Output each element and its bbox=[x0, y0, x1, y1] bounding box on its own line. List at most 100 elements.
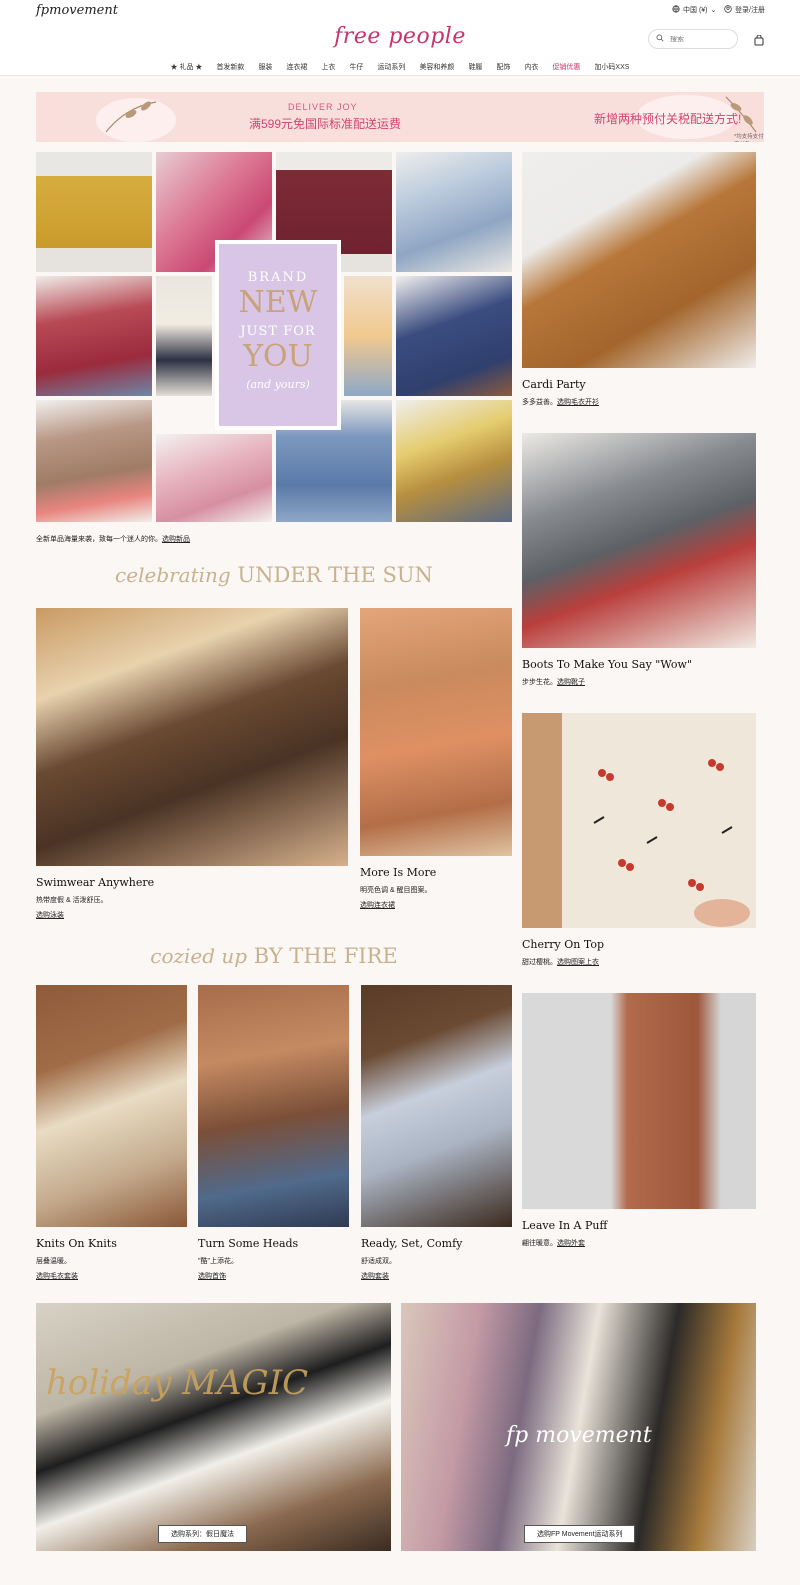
turn-heads-desc: "酷"上添花。 bbox=[198, 1258, 238, 1265]
knits-title[interactable]: Knits On Knits bbox=[36, 1237, 117, 1250]
puff-caption: 翩往暖意。选购外套 bbox=[522, 1238, 585, 1248]
collage-caption-text: 全新单品海量来袭，致每一个迷人的你。 bbox=[36, 536, 162, 543]
collage-caption: 全新单品海量来袭，致每一个迷人的你。选购新品 bbox=[36, 534, 190, 544]
brand-new-line4: YOU bbox=[243, 339, 313, 374]
collage-photo-8[interactable] bbox=[396, 276, 512, 396]
region-label: 中国 (¥) bbox=[683, 7, 708, 14]
collage-photo-9[interactable] bbox=[36, 400, 152, 522]
knits-image[interactable] bbox=[36, 985, 187, 1227]
login-link[interactable]: 登录/注册 bbox=[724, 5, 765, 15]
chevron-down-icon: ⌄ bbox=[710, 7, 717, 14]
promo-banner[interactable]: DELIVER JOY 满599元免国际标准配送运费 新增两种预付关税配送方式!… bbox=[36, 92, 764, 142]
cardi-party-title[interactable]: Cardi Party bbox=[522, 378, 586, 391]
more-is-more-image[interactable] bbox=[360, 608, 512, 856]
cherry-desc: 甜过樱桃。 bbox=[522, 959, 557, 966]
turn-heads-image[interactable] bbox=[198, 985, 349, 1227]
comfy-desc: 舒适成双。 bbox=[361, 1258, 396, 1265]
search-input[interactable] bbox=[670, 35, 730, 43]
collage-photo-7[interactable] bbox=[344, 276, 392, 396]
nav-gifts[interactable]: ★ 礼品 ★ bbox=[171, 62, 203, 72]
nav-petite[interactable]: 加小码XXS bbox=[594, 62, 629, 72]
puff-title[interactable]: Leave In A Puff bbox=[522, 1219, 607, 1232]
cardi-party-desc: 多多益善。 bbox=[522, 399, 557, 406]
nav-activewear[interactable]: 运动系列 bbox=[377, 62, 405, 72]
brand-new-line2: NEW bbox=[238, 285, 318, 320]
collage-photo-6[interactable] bbox=[156, 276, 212, 396]
swimwear-link[interactable]: 选购泳装 bbox=[36, 910, 64, 920]
deliver-joy-text: DELIVER JOY bbox=[288, 102, 358, 112]
holiday-magic-button[interactable]: 选购系列：假日魔法 bbox=[158, 1525, 247, 1543]
boots-desc: 步步生花。 bbox=[522, 679, 557, 686]
search-box[interactable] bbox=[648, 29, 738, 49]
comfy-image[interactable] bbox=[361, 985, 512, 1227]
nav-intimates[interactable]: 内衣 bbox=[524, 62, 538, 72]
swimwear-title[interactable]: Swimwear Anywhere bbox=[36, 876, 154, 889]
prepaid-duties-text: 新增两种预付关税配送方式! bbox=[594, 112, 742, 126]
by-the-fire-caps: BY THE FIRE bbox=[253, 944, 398, 968]
region-selector[interactable]: 中国 (¥) ⌄ bbox=[672, 5, 716, 15]
globe-icon bbox=[672, 5, 680, 15]
boots-image[interactable] bbox=[522, 433, 756, 648]
swimwear-image[interactable] bbox=[36, 608, 348, 866]
nav-denim[interactable]: 牛仔 bbox=[349, 62, 363, 72]
brand-new-line5: (and yours) bbox=[246, 378, 310, 391]
under-the-sun-heading: celebrating UNDER THE SUN bbox=[36, 563, 512, 587]
holiday-magic-overlay: holiday MAGIC bbox=[46, 1363, 309, 1403]
boots-title[interactable]: Boots To Make You Say "Wow" bbox=[522, 658, 692, 671]
brand-new-overlay[interactable]: BRAND NEW JUST FOR YOU (and yours) bbox=[215, 240, 341, 430]
puff-link[interactable]: 选购外套 bbox=[557, 1240, 585, 1247]
puff-image[interactable] bbox=[522, 993, 756, 1209]
cherry-link[interactable]: 选购图案上衣 bbox=[557, 959, 599, 966]
by-the-fire-script: cozied up bbox=[150, 944, 248, 968]
turn-heads-link[interactable]: 选购首饰 bbox=[198, 1271, 226, 1281]
cherry-title[interactable]: Cherry On Top bbox=[522, 938, 604, 951]
nav-clothing[interactable]: 服装 bbox=[258, 62, 272, 72]
cherry-pattern bbox=[522, 713, 750, 928]
under-the-sun-script: celebrating bbox=[115, 563, 231, 587]
boots-link[interactable]: 选购靴子 bbox=[557, 679, 585, 686]
collage-photo-1[interactable] bbox=[36, 152, 152, 272]
cherry-image[interactable] bbox=[522, 713, 756, 928]
nav-beauty[interactable]: 美容和养颜 bbox=[419, 62, 454, 72]
free-shipping-text: 满599元免国际标准配送运费 bbox=[249, 117, 402, 131]
fpmovement-logo[interactable]: fpmovement bbox=[36, 3, 118, 18]
shop-new-link[interactable]: 选购新品 bbox=[162, 536, 190, 543]
more-is-more-link[interactable]: 选购连衣裙 bbox=[360, 900, 395, 910]
alipay-note: *均支持支付宝付款 bbox=[734, 134, 764, 140]
cherry-caption: 甜过樱桃。选购图案上衣 bbox=[522, 957, 599, 967]
knits-link[interactable]: 选购毛衣套装 bbox=[36, 1271, 78, 1281]
fp-movement-overlay: fp movement bbox=[506, 1423, 652, 1448]
cardi-party-caption: 多多益善。选购毛衣开衫 bbox=[522, 397, 599, 407]
collage-photo-12[interactable] bbox=[396, 400, 512, 522]
turn-heads-title[interactable]: Turn Some Heads bbox=[198, 1237, 298, 1250]
collage-photo-5[interactable] bbox=[36, 276, 152, 396]
fp-movement-button[interactable]: 选购FP Movement运动系列 bbox=[524, 1525, 636, 1543]
nav-sale[interactable]: 促销优惠 bbox=[552, 62, 580, 72]
nav-new-arrivals[interactable]: 首发新款 bbox=[216, 62, 244, 72]
cart-icon[interactable] bbox=[754, 33, 764, 51]
brand-new-line3: JUST FOR bbox=[240, 324, 316, 339]
knits-desc: 层叠温暖。 bbox=[36, 1258, 71, 1265]
by-the-fire-heading: cozied up BY THE FIRE bbox=[36, 944, 512, 968]
nav-tops[interactable]: 上衣 bbox=[321, 62, 335, 72]
holiday-magic-image[interactable]: holiday MAGIC bbox=[36, 1303, 391, 1551]
nav-shoes[interactable]: 鞋履 bbox=[468, 62, 482, 72]
nav-accessories[interactable]: 配饰 bbox=[496, 62, 510, 72]
more-is-more-title[interactable]: More Is More bbox=[360, 866, 436, 879]
comfy-link[interactable]: 选购套装 bbox=[361, 1271, 389, 1281]
boots-caption: 步步生花。选购靴子 bbox=[522, 677, 585, 687]
nav-dresses[interactable]: 连衣裙 bbox=[286, 62, 307, 72]
collage-photo-4[interactable] bbox=[396, 152, 512, 272]
login-label: 登录/注册 bbox=[735, 7, 765, 14]
cardi-party-link[interactable]: 选购毛衣开衫 bbox=[557, 399, 599, 406]
cardi-party-image[interactable] bbox=[522, 152, 756, 368]
more-is-more-desc: 明亮色调 & 醒目图案。 bbox=[360, 887, 432, 894]
fp-movement-image[interactable]: fp movement bbox=[401, 1303, 756, 1551]
under-the-sun-caps: UNDER THE SUN bbox=[237, 563, 433, 587]
collage-photo-10[interactable] bbox=[156, 434, 272, 522]
comfy-title[interactable]: Ready, Set, Comfy bbox=[361, 1237, 462, 1250]
brand-new-line1: BRAND bbox=[247, 270, 309, 285]
site-header: fpmovement 中国 (¥) ⌄ 登录/注册 free people ★ … bbox=[0, 0, 800, 76]
swimwear-desc: 热带度假 & 活泼舒压。 bbox=[36, 897, 108, 904]
puff-desc: 翩往暖意。 bbox=[522, 1240, 557, 1247]
